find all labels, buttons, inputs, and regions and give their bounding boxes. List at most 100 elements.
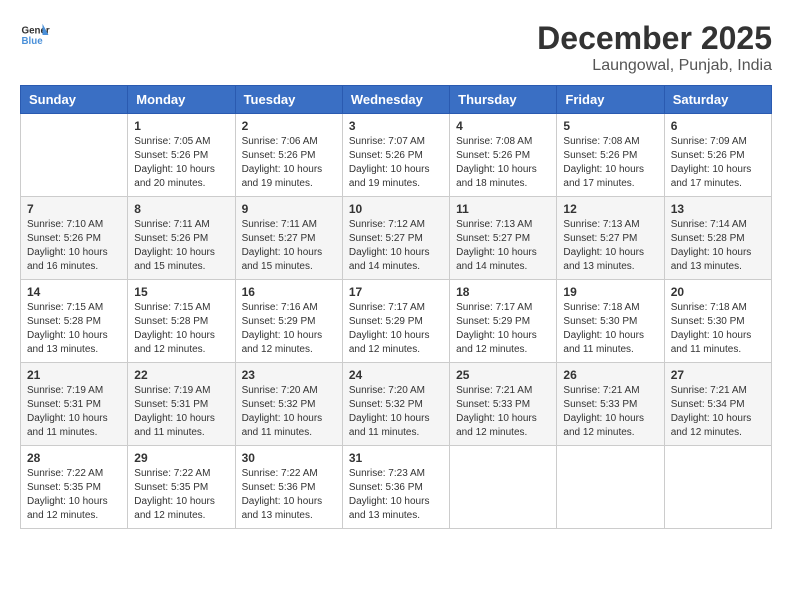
day-number: 10 (349, 202, 443, 216)
day-number: 14 (27, 285, 121, 299)
week-row-2: 7 Sunrise: 7:10 AM Sunset: 5:26 PM Daylig… (21, 197, 772, 280)
day-cell: 26 Sunrise: 7:21 AM Sunset: 5:33 PM Dayli… (557, 363, 664, 446)
day-cell: 9 Sunrise: 7:11 AM Sunset: 5:27 PM Daylig… (235, 197, 342, 280)
day-info: Sunrise: 7:21 AM Sunset: 5:34 PM Dayligh… (671, 384, 765, 440)
day-info: Sunrise: 7:08 AM Sunset: 5:26 PM Dayligh… (563, 135, 657, 191)
day-info: Sunrise: 7:18 AM Sunset: 5:30 PM Dayligh… (671, 301, 765, 357)
header-tuesday: Tuesday (235, 86, 342, 114)
day-info: Sunrise: 7:19 AM Sunset: 5:31 PM Dayligh… (27, 384, 121, 440)
day-cell: 23 Sunrise: 7:20 AM Sunset: 5:32 PM Dayli… (235, 363, 342, 446)
day-info: Sunrise: 7:13 AM Sunset: 5:27 PM Dayligh… (563, 218, 657, 274)
day-info: Sunrise: 7:19 AM Sunset: 5:31 PM Dayligh… (134, 384, 228, 440)
day-cell: 12 Sunrise: 7:13 AM Sunset: 5:27 PM Dayli… (557, 197, 664, 280)
day-info: Sunrise: 7:21 AM Sunset: 5:33 PM Dayligh… (456, 384, 550, 440)
day-cell: 13 Sunrise: 7:14 AM Sunset: 5:28 PM Dayli… (664, 197, 771, 280)
day-number: 31 (349, 451, 443, 465)
logo-icon: General Blue (20, 20, 50, 50)
day-number: 8 (134, 202, 228, 216)
day-info: Sunrise: 7:22 AM Sunset: 5:35 PM Dayligh… (134, 467, 228, 523)
title-block: December 2025 Laungowal, Punjab, India (537, 20, 772, 75)
day-info: Sunrise: 7:22 AM Sunset: 5:35 PM Dayligh… (27, 467, 121, 523)
calendar-table: SundayMondayTuesdayWednesdayThursdayFrid… (20, 85, 772, 529)
calendar-header-row: SundayMondayTuesdayWednesdayThursdayFrid… (21, 86, 772, 114)
logo: General Blue (20, 20, 50, 50)
day-number: 6 (671, 119, 765, 133)
day-info: Sunrise: 7:09 AM Sunset: 5:26 PM Dayligh… (671, 135, 765, 191)
day-cell: 3Sunrise: 7:07 AM Sunset: 5:26 PM Daylig… (342, 114, 449, 197)
day-cell: 30 Sunrise: 7:22 AM Sunset: 5:36 PM Dayli… (235, 446, 342, 529)
day-info: Sunrise: 7:15 AM Sunset: 5:28 PM Dayligh… (27, 301, 121, 357)
day-number: 15 (134, 285, 228, 299)
day-cell: 17Sunrise: 7:17 AM Sunset: 5:29 PM Dayli… (342, 280, 449, 363)
day-number: 26 (563, 368, 657, 382)
header-monday: Monday (128, 86, 235, 114)
day-number: 18 (456, 285, 550, 299)
day-number: 28 (27, 451, 121, 465)
day-cell: 16 Sunrise: 7:16 AM Sunset: 5:29 PM Dayli… (235, 280, 342, 363)
header-thursday: Thursday (450, 86, 557, 114)
header-friday: Friday (557, 86, 664, 114)
month-title: December 2025 (537, 20, 772, 57)
day-number: 24 (349, 368, 443, 382)
day-number: 27 (671, 368, 765, 382)
svg-text:Blue: Blue (22, 36, 44, 47)
day-number: 7 (27, 202, 121, 216)
day-info: Sunrise: 7:17 AM Sunset: 5:29 PM Dayligh… (349, 301, 443, 357)
day-number: 23 (242, 368, 336, 382)
day-info: Sunrise: 7:22 AM Sunset: 5:36 PM Dayligh… (242, 467, 336, 523)
day-info: Sunrise: 7:14 AM Sunset: 5:28 PM Dayligh… (671, 218, 765, 274)
day-number: 21 (27, 368, 121, 382)
day-number: 29 (134, 451, 228, 465)
day-info: Sunrise: 7:05 AM Sunset: 5:26 PM Dayligh… (134, 135, 228, 191)
day-number: 1 (134, 119, 228, 133)
week-row-1: 1 Sunrise: 7:05 AM Sunset: 5:26 PM Daylig… (21, 114, 772, 197)
day-cell: 4Sunrise: 7:08 AM Sunset: 5:26 PM Daylig… (450, 114, 557, 197)
day-cell: 11 Sunrise: 7:13 AM Sunset: 5:27 PM Dayli… (450, 197, 557, 280)
day-number: 25 (456, 368, 550, 382)
day-cell: 31Sunrise: 7:23 AM Sunset: 5:36 PM Dayli… (342, 446, 449, 529)
day-number: 16 (242, 285, 336, 299)
day-cell: 2 Sunrise: 7:06 AM Sunset: 5:26 PM Daylig… (235, 114, 342, 197)
day-info: Sunrise: 7:17 AM Sunset: 5:29 PM Dayligh… (456, 301, 550, 357)
day-cell: 19Sunrise: 7:18 AM Sunset: 5:30 PM Dayli… (557, 280, 664, 363)
day-cell: 20 Sunrise: 7:18 AM Sunset: 5:30 PM Dayli… (664, 280, 771, 363)
header-wednesday: Wednesday (342, 86, 449, 114)
day-cell: 15Sunrise: 7:15 AM Sunset: 5:28 PM Dayli… (128, 280, 235, 363)
day-info: Sunrise: 7:11 AM Sunset: 5:26 PM Dayligh… (134, 218, 228, 274)
day-cell: 14 Sunrise: 7:15 AM Sunset: 5:28 PM Dayli… (21, 280, 128, 363)
day-cell: 28 Sunrise: 7:22 AM Sunset: 5:35 PM Dayli… (21, 446, 128, 529)
day-cell: 5 Sunrise: 7:08 AM Sunset: 5:26 PM Daylig… (557, 114, 664, 197)
day-number: 13 (671, 202, 765, 216)
week-row-3: 14 Sunrise: 7:15 AM Sunset: 5:28 PM Dayli… (21, 280, 772, 363)
day-info: Sunrise: 7:06 AM Sunset: 5:26 PM Dayligh… (242, 135, 336, 191)
day-number: 9 (242, 202, 336, 216)
day-info: Sunrise: 7:21 AM Sunset: 5:33 PM Dayligh… (563, 384, 657, 440)
location: Laungowal, Punjab, India (537, 57, 772, 75)
day-number: 2 (242, 119, 336, 133)
day-number: 12 (563, 202, 657, 216)
day-cell: 24Sunrise: 7:20 AM Sunset: 5:32 PM Dayli… (342, 363, 449, 446)
day-cell: 21 Sunrise: 7:19 AM Sunset: 5:31 PM Dayli… (21, 363, 128, 446)
day-number: 11 (456, 202, 550, 216)
day-info: Sunrise: 7:11 AM Sunset: 5:27 PM Dayligh… (242, 218, 336, 274)
day-number: 5 (563, 119, 657, 133)
header-saturday: Saturday (664, 86, 771, 114)
day-info: Sunrise: 7:10 AM Sunset: 5:26 PM Dayligh… (27, 218, 121, 274)
day-info: Sunrise: 7:13 AM Sunset: 5:27 PM Dayligh… (456, 218, 550, 274)
day-info: Sunrise: 7:16 AM Sunset: 5:29 PM Dayligh… (242, 301, 336, 357)
day-cell (664, 446, 771, 529)
day-info: Sunrise: 7:18 AM Sunset: 5:30 PM Dayligh… (563, 301, 657, 357)
page-header: General Blue December 2025 Laungowal, Pu… (20, 20, 772, 75)
day-info: Sunrise: 7:20 AM Sunset: 5:32 PM Dayligh… (242, 384, 336, 440)
day-cell: 7 Sunrise: 7:10 AM Sunset: 5:26 PM Daylig… (21, 197, 128, 280)
week-row-5: 28 Sunrise: 7:22 AM Sunset: 5:35 PM Dayli… (21, 446, 772, 529)
day-cell: 1 Sunrise: 7:05 AM Sunset: 5:26 PM Daylig… (128, 114, 235, 197)
day-cell: 6 Sunrise: 7:09 AM Sunset: 5:26 PM Daylig… (664, 114, 771, 197)
day-cell: 29 Sunrise: 7:22 AM Sunset: 5:35 PM Dayli… (128, 446, 235, 529)
day-cell (450, 446, 557, 529)
day-cell: 25 Sunrise: 7:21 AM Sunset: 5:33 PM Dayli… (450, 363, 557, 446)
week-row-4: 21 Sunrise: 7:19 AM Sunset: 5:31 PM Dayli… (21, 363, 772, 446)
day-number: 20 (671, 285, 765, 299)
day-number: 30 (242, 451, 336, 465)
day-number: 3 (349, 119, 443, 133)
